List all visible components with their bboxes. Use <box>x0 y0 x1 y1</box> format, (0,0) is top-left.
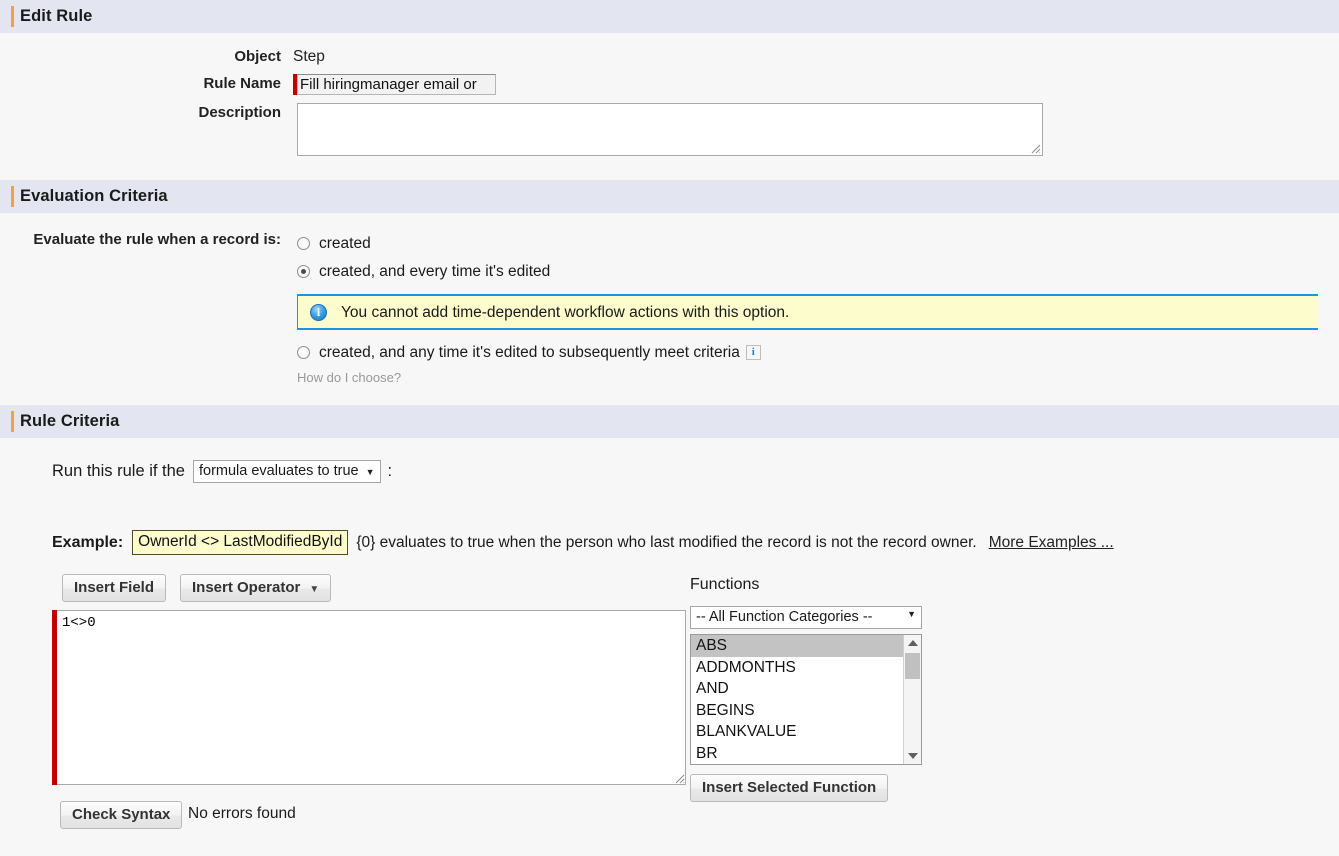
run-rule-prefix: Run this rule if the <box>52 462 185 480</box>
list-item[interactable]: ABS <box>691 635 903 657</box>
radio-icon-created-every-edit[interactable] <box>297 264 310 278</box>
check-syntax-row: Check Syntax No errors found <box>0 801 1339 831</box>
section-accent-bar <box>11 411 14 432</box>
info-square-icon[interactable] <box>745 344 761 360</box>
time-dependent-info-banner: You cannot add time-dependent workflow a… <box>297 294 1318 330</box>
info-circle-icon <box>310 303 327 321</box>
insert-selected-function-button[interactable]: Insert Selected Function <box>690 774 889 802</box>
example-code: OwnerId <> LastModifiedById <box>132 530 349 555</box>
radio-option-created-subsequently-meet[interactable]: created, and any time it's edited to sub… <box>297 338 1339 366</box>
radio-icon-created-subsequently-meet[interactable] <box>297 345 310 359</box>
run-rule-suffix: : <box>387 462 393 480</box>
chevron-down-icon: ▼ <box>365 467 375 477</box>
scroll-down-arrow-icon[interactable] <box>904 748 921 764</box>
field-row-rule-name: Rule Name <box>0 66 1339 95</box>
field-row-description: Description <box>0 95 1339 156</box>
description-field-wrap <box>293 103 1339 156</box>
info-banner-text: You cannot add time-dependent workflow a… <box>341 303 790 321</box>
rule-criteria-body: Run this rule if the formula evaluates t… <box>0 438 1339 852</box>
object-label: Object <box>234 48 281 65</box>
functions-listbox[interactable]: ABS ADDMONTHS AND BEGINS BLANKVALUE BR <box>690 634 922 765</box>
radio-label-created: created <box>319 234 371 252</box>
section-title-rule-criteria: Rule Criteria <box>20 412 120 430</box>
evaluate-rule-label: Evaluate the rule when a record is: <box>33 231 281 248</box>
section-accent-bar <box>11 6 14 27</box>
example-description: {0} evaluates to true when the person wh… <box>356 533 977 551</box>
list-item[interactable]: ADDMONTHS <box>691 657 903 679</box>
function-category-value: -- All Function Categories -- <box>696 609 873 625</box>
section-header-rule-criteria: Rule Criteria <box>0 405 1339 438</box>
how-do-i-choose-wrap: How do I choose? <box>297 368 1339 387</box>
object-value: Step <box>293 48 325 65</box>
rule-name-label: Rule Name <box>203 75 281 92</box>
radio-label-created-every-edit: created, and every time it's edited <box>319 262 551 280</box>
evaluation-criteria-body: Evaluate the rule when a record is: crea… <box>0 213 1339 405</box>
evaluate-rule-options: created created, and every time it's edi… <box>297 229 1339 387</box>
section-title-evaluation-criteria: Evaluation Criteria <box>20 187 168 205</box>
criteria-type-select-value: formula evaluates to true <box>198 463 359 479</box>
description-label: Description <box>198 104 281 121</box>
list-item[interactable]: BEGINS <box>691 700 903 722</box>
section-accent-bar <box>11 186 14 207</box>
how-do-i-choose-link[interactable]: How do I choose? <box>297 370 401 385</box>
functions-list: ABS ADDMONTHS AND BEGINS BLANKVALUE BR <box>691 635 903 764</box>
insert-field-button[interactable]: Insert Field <box>62 574 167 602</box>
section-header-evaluation-criteria: Evaluation Criteria <box>0 180 1339 213</box>
description-textarea[interactable] <box>298 104 1042 155</box>
formula-editor-area: 1<>0 -- All Function Categories -- ▼ ABS <box>0 606 1339 802</box>
check-syntax-button[interactable]: Check Syntax <box>60 801 183 829</box>
syntax-status-text: No errors found <box>188 805 296 822</box>
criteria-type-select[interactable]: formula evaluates to true ▼ <box>192 460 381 483</box>
insert-operator-button[interactable]: Insert Operator ▼ <box>180 574 332 602</box>
scrollbar-thumb[interactable] <box>905 653 920 679</box>
list-item[interactable]: BR <box>691 743 903 765</box>
section-header-edit-rule: Edit Rule <box>0 0 1339 33</box>
scroll-up-arrow-icon[interactable] <box>904 635 921 651</box>
radio-option-created[interactable]: created <box>297 229 1339 257</box>
formula-textarea[interactable]: 1<>0 <box>57 610 686 785</box>
function-category-select[interactable]: -- All Function Categories -- ▼ <box>690 606 922 629</box>
list-item[interactable]: AND <box>691 678 903 700</box>
insert-operator-label: Insert Operator <box>192 579 301 596</box>
edit-rule-body: Object Step Rule Name Description <box>0 33 1339 180</box>
radio-option-created-every-edit[interactable]: created, and every time it's edited <box>297 257 1339 285</box>
chevron-down-icon: ▼ <box>907 609 916 619</box>
radio-icon-created[interactable] <box>297 236 310 250</box>
description-textarea-box[interactable] <box>297 103 1043 156</box>
rule-name-input[interactable] <box>297 74 496 95</box>
evaluate-rule-row: Evaluate the rule when a record is: crea… <box>0 213 1339 387</box>
example-label: Example: <box>52 533 124 551</box>
radio-label-created-subsequently-meet: created, and any time it's edited to sub… <box>319 343 740 361</box>
more-examples-link[interactable]: More Examples ... <box>989 534 1114 552</box>
functions-list-scrollbar[interactable] <box>903 635 921 764</box>
chevron-down-icon: ▼ <box>309 584 320 595</box>
formula-textarea-wrap[interactable]: 1<>0 <box>52 610 686 785</box>
list-item[interactable]: BLANKVALUE <box>691 721 903 743</box>
formula-toolbar: Insert Field Insert Operator ▼ Functions <box>0 574 1339 606</box>
field-row-object: Object Step <box>0 33 1339 66</box>
edit-rule-page: Edit Rule Object Step Rule Name Descript… <box>0 0 1339 856</box>
run-rule-row: Run this rule if the formula evaluates t… <box>0 438 1339 483</box>
functions-title: Functions <box>690 576 760 593</box>
rule-name-field-wrap <box>293 74 1339 95</box>
example-row: Example: OwnerId <> LastModifiedById {0}… <box>0 483 1339 555</box>
